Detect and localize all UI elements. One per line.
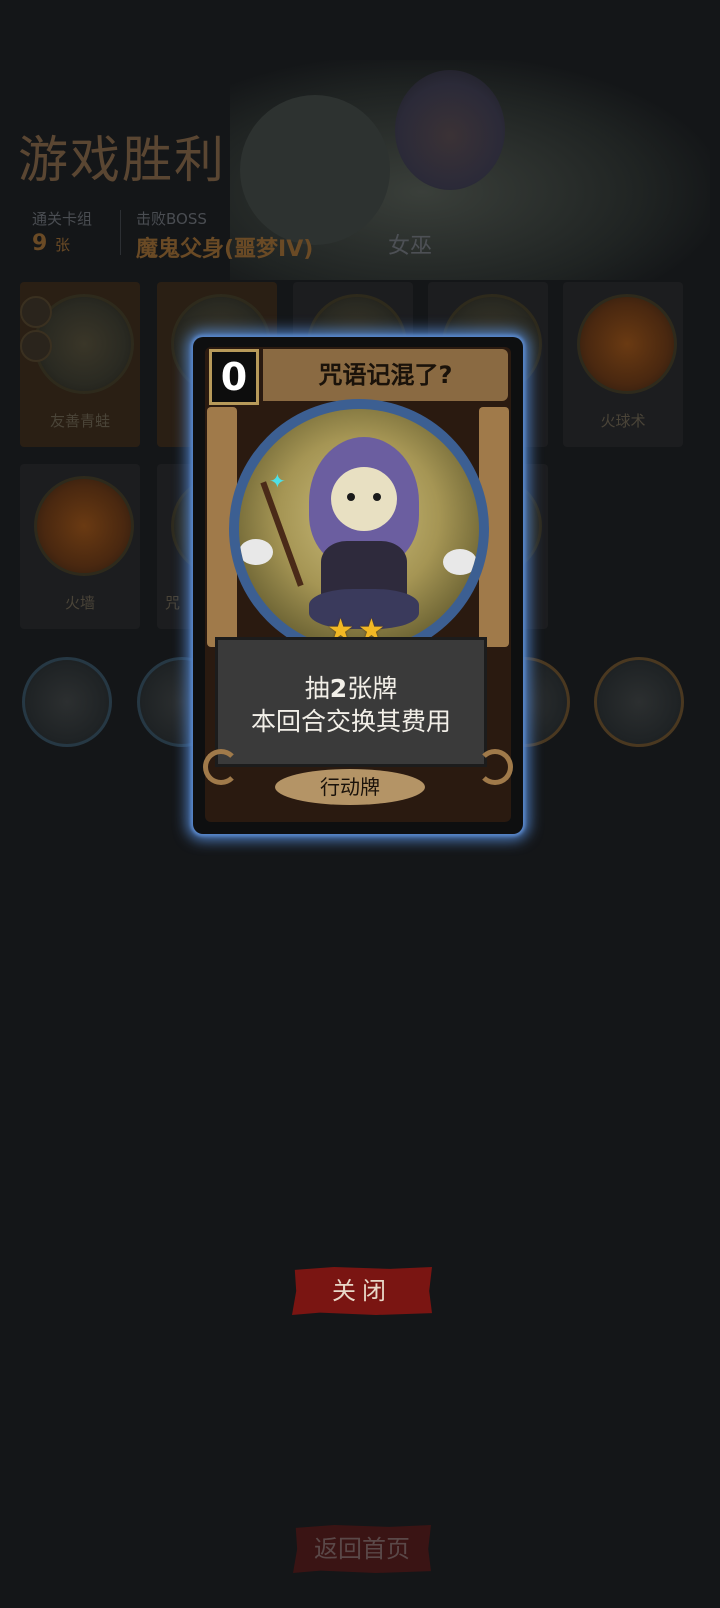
card-type: 行动牌: [275, 769, 425, 805]
swirl-ornament-icon: [203, 749, 239, 785]
card-description: 抽2张牌 本回合交换其费用: [215, 637, 487, 767]
deck-label: 通关卡组: [32, 210, 93, 228]
victory-title: 游戏胜利: [18, 131, 226, 189]
card-desc-line1: 抽2张牌: [304, 674, 398, 703]
boss-name: 魔鬼父身(噩梦IV): [136, 237, 314, 262]
deck-card-tile[interactable]: 火球术: [563, 282, 683, 447]
cloud-icon: [443, 549, 477, 575]
wizard-portrait-icon[interactable]: [594, 657, 684, 747]
boss-label: 击败BOSS: [136, 210, 207, 228]
magic-wand-icon: [260, 481, 304, 587]
deck-stat: 通关卡组 9 张: [32, 208, 92, 256]
swirl-ornament-icon: [477, 749, 513, 785]
bard-portrait-icon[interactable]: [22, 657, 112, 747]
deck-card-tile[interactable]: 火墙: [20, 464, 140, 629]
badge-icon: [20, 330, 52, 362]
card-title: 咒语记混了?: [263, 349, 508, 401]
card-desc-line2: 本回合交换其费用: [250, 707, 451, 736]
hero-name: 女巫: [388, 234, 433, 259]
return-home-button[interactable]: 返回首页: [293, 1525, 431, 1573]
deck-card-name: 火球术: [600, 412, 646, 430]
cat-eye-right: [373, 493, 381, 501]
badge-icon: [20, 296, 52, 328]
deck-unit: 张: [54, 236, 70, 254]
cat-eye-left: [347, 493, 355, 501]
close-button[interactable]: 关闭: [292, 1267, 432, 1315]
sparkle-icon: ✦: [269, 469, 286, 493]
stat-divider: [120, 210, 121, 255]
card-detail-popup[interactable]: 0 咒语记混了? ✦ ★★ 抽2张牌 本回合交换其费用 行动牌: [193, 337, 523, 834]
deck-card-name: 友善青蛙: [49, 412, 110, 430]
deck-card-name: 火墙: [64, 594, 95, 612]
firewall-icon: [34, 476, 134, 576]
witch-illustration: [395, 70, 505, 190]
cloud-icon: [239, 539, 273, 565]
deck-count: 9 张: [32, 231, 70, 256]
boss-stat: 击败BOSS 魔鬼父身(噩梦IV): [136, 208, 313, 263]
fireball-icon: [577, 294, 677, 394]
card-cost: 0: [209, 349, 259, 405]
cat-face-shape: [331, 467, 397, 531]
